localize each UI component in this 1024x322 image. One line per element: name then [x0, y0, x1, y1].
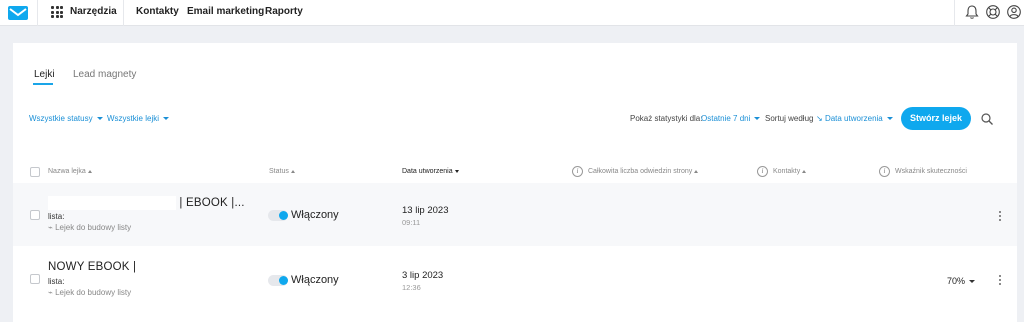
created-time: 09:11	[402, 218, 421, 227]
status-text: Włączony	[291, 209, 339, 221]
funnel-list: lista:	[48, 212, 65, 221]
created-date: 3 lip 2023	[402, 270, 444, 281]
row-checkbox[interactable]	[30, 274, 40, 284]
stats-period-dropdown[interactable]: Ostatnie 7 dni	[701, 114, 761, 123]
nav-contacts[interactable]: Kontakty	[136, 6, 179, 17]
column-header-name-label: Nazwa lejka	[48, 168, 86, 175]
effectiveness-value: 70%	[947, 276, 966, 286]
sort-dropdown[interactable]: ↘ Data utworzenia	[816, 114, 893, 123]
table-row[interactable]: | EBOOK |... lista: ⌁ Lejek do budowy li…	[13, 183, 1017, 246]
chevron-down-icon	[969, 280, 976, 284]
user-avatar-icon[interactable]	[1006, 4, 1022, 20]
divider	[37, 0, 38, 26]
create-funnel-button[interactable]: Stwórz lejek	[901, 107, 971, 130]
chevron-down-icon	[886, 117, 893, 121]
info-icon[interactable]: i	[757, 166, 768, 177]
nav-email-marketing[interactable]: Email marketing	[187, 6, 264, 17]
select-all-checkbox[interactable]	[30, 167, 40, 177]
nav-reports[interactable]: Raporty	[265, 6, 303, 17]
column-header-effectiveness: Wskaźnik skuteczności	[895, 168, 967, 175]
column-header-visits-label: Całkowita liczba odwiedzin strony	[588, 168, 693, 175]
info-icon[interactable]: i	[572, 166, 583, 177]
divider	[954, 0, 955, 26]
funnel-type-label: Lejek do budowy listy	[55, 288, 132, 297]
status-toggle[interactable]	[268, 275, 288, 286]
funnel-icon: ⌁	[48, 223, 53, 232]
divider	[123, 0, 124, 26]
funnel-list: lista:	[48, 277, 65, 286]
column-header-name[interactable]: Nazwa lejka	[48, 168, 92, 175]
created-time: 12:36	[402, 283, 421, 292]
sort-arrow-icon	[454, 169, 459, 173]
created-date: 13 lip 2023	[402, 205, 449, 216]
sort-arrow-icon	[290, 169, 295, 173]
funnel-icon: ⌁	[48, 288, 53, 297]
status-filter-dropdown[interactable]: Wszystkie statusy	[29, 114, 103, 123]
sort-direction-icon: ↘	[816, 114, 823, 123]
funnel-name: | EBOOK |...	[179, 197, 245, 210]
envelope-logo-icon[interactable]	[8, 6, 28, 20]
search-icon[interactable]	[980, 112, 994, 126]
table-row[interactable]: NOWY EBOOK | lista: ⌁ Lejek do budowy li…	[13, 252, 1017, 315]
status-filter-label: Wszystkie statusy	[29, 114, 93, 123]
stats-period-label: Pokaż statystyki dla:	[630, 114, 703, 123]
row-checkbox[interactable]	[30, 210, 40, 220]
toggle-knob	[279, 276, 288, 285]
sort-label: Sortuj według	[765, 114, 814, 123]
status-text: Włączony	[291, 274, 339, 286]
column-header-contacts-label: Kontakty	[773, 168, 801, 175]
column-header-created[interactable]: Data utworzenia	[402, 168, 459, 175]
active-tab-indicator	[33, 83, 53, 85]
apps-grid-icon[interactable]	[51, 6, 63, 18]
effectiveness-dropdown[interactable]: 70%	[947, 276, 976, 286]
redacted-text	[48, 196, 176, 210]
info-icon[interactable]: i	[879, 166, 890, 177]
sort-arrow-icon	[694, 169, 699, 173]
status-toggle[interactable]	[268, 210, 288, 221]
column-header-created-label: Data utworzenia	[402, 168, 453, 175]
stats-period-value: Ostatnie 7 dni	[701, 114, 751, 123]
funnel-name-link[interactable]: NOWY EBOOK |	[48, 261, 136, 273]
funnel-filter-label: Wszystkie lejki	[107, 114, 160, 123]
chevron-down-icon	[96, 117, 103, 121]
funnel-type: ⌁ Lejek do budowy listy	[48, 223, 131, 232]
toggle-knob	[279, 211, 288, 220]
funnel-type: ⌁ Lejek do budowy listy	[48, 288, 131, 297]
funnel-type-label: Lejek do budowy listy	[55, 223, 132, 232]
sort-arrow-icon	[87, 169, 92, 173]
kebab-menu-icon[interactable]	[998, 211, 1002, 223]
funnel-name-link[interactable]: | EBOOK |...	[48, 196, 245, 210]
column-header-status[interactable]: Status	[269, 168, 295, 175]
column-header-visits[interactable]: Całkowita liczba odwiedzin strony	[588, 168, 699, 175]
help-lifebuoy-icon[interactable]	[985, 4, 1001, 20]
tab-lead-magnets[interactable]: Lead magnety	[73, 69, 136, 80]
tab-funnels[interactable]: Lejki	[34, 69, 55, 80]
top-navigation-bar: Narzędzia Kontakty Email marketing Rapor…	[0, 0, 1024, 26]
funnel-filter-dropdown[interactable]: Wszystkie lejki	[107, 114, 170, 123]
sort-arrow-icon	[802, 169, 807, 173]
column-header-status-label: Status	[269, 168, 289, 175]
nav-tools[interactable]: Narzędzia	[70, 6, 117, 17]
kebab-menu-icon[interactable]	[998, 275, 1002, 287]
chevron-down-icon	[163, 117, 170, 121]
funnels-panel: Lejki Lead magnety Wszystkie statusy Wsz…	[13, 43, 1017, 322]
bell-icon[interactable]	[964, 4, 980, 20]
sort-value: Data utworzenia	[824, 114, 883, 123]
chevron-down-icon	[754, 117, 761, 121]
column-header-contacts[interactable]: Kontakty	[773, 168, 807, 175]
